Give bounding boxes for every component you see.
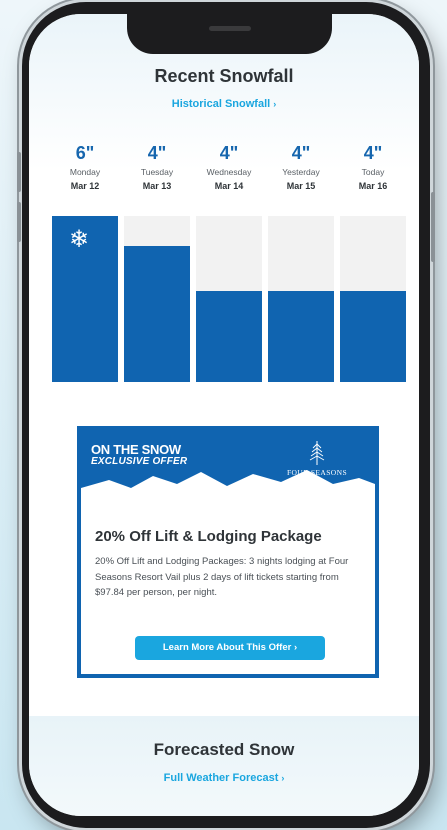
snowfall-bar-fill [340,290,406,382]
day-date: Mar 16 [358,181,388,191]
day-date: Mar 13 [142,181,172,191]
day-column: 4" Wednesday Mar 14 [196,142,262,191]
snowfall-bar [340,216,406,382]
day-name: Wednesday [206,167,252,177]
snowfall-bar [268,216,334,382]
phone-screen: Recent Snowfall Historical Snowfall › 6" … [29,14,419,816]
volume-up-button [17,152,21,192]
chevron-right-icon: › [273,99,277,109]
snow-amount: 4" [363,143,383,163]
forecasted-snow-section: Forecasted Snow Full Weather Forecast › [29,716,419,816]
learn-more-button[interactable]: Learn More About This Offer › [135,636,325,660]
exclusive-offer-card[interactable]: ON THE SNOW EXCLUSIVE OFFER FOUR SEASONS… [77,426,379,678]
day-date: Mar 15 [286,181,316,191]
snow-amount: 4" [147,143,167,163]
historical-snowfall-link[interactable]: Historical Snowfall › [29,98,419,110]
snowflake-icon: ❄ [68,226,90,253]
day-name: Yesterday [282,167,320,177]
day-column: 4" Today Mar 16 [340,142,406,191]
snowfall-bar: ❄ [52,216,118,382]
full-weather-forecast-label: Full Weather Forecast [163,772,279,784]
snowfall-days: 6" Monday Mar 12 4" Tuesday Mar 13 4" We… [52,142,407,198]
volume-down-button [17,202,21,242]
recent-snowfall-title: Recent Snowfall [154,66,294,86]
snowfall-bar [196,216,262,382]
snowfall-bar-fill [196,290,262,382]
offer-title: 20% Off Lift & Lodging Package [95,528,322,545]
snowfall-bar-fill [268,290,334,382]
full-weather-forecast-link[interactable]: Full Weather Forecast › [29,772,419,784]
snow-amount: 4" [291,143,311,163]
power-button [431,192,435,262]
speaker-grille [209,26,251,31]
notch [127,14,332,54]
chevron-right-icon: › [293,642,298,653]
snowfall-bar-fill [124,245,190,382]
chevron-right-icon: › [281,773,285,783]
recent-snowfall-section: Recent Snowfall Historical Snowfall › 6" … [29,14,419,404]
day-date: Mar 12 [70,181,100,191]
offer-inner: ON THE SNOW EXCLUSIVE OFFER FOUR SEASONS… [81,430,375,674]
forecasted-snow-title: Forecasted Snow [153,740,295,759]
learn-more-label: Learn More About This Offer [162,642,292,653]
offer-brand-title: ON THE SNOW [91,442,181,457]
day-column: 6" Monday Mar 12 [52,142,118,191]
day-column: 4" Tuesday Mar 13 [124,142,190,191]
day-column: 4" Yesterday Mar 15 [268,142,334,191]
day-name: Tuesday [140,167,174,177]
snowfall-bar [124,216,190,382]
snow-amount: 6" [75,143,95,163]
day-name: Monday [69,167,101,177]
day-name: Today [361,167,385,177]
offer-description: 20% Off Lift and Lodging Packages: 3 nig… [95,556,349,598]
snow-amount: 4" [219,143,239,163]
historical-snowfall-label: Historical Snowfall [171,98,271,110]
day-date: Mar 14 [214,181,244,191]
snowfall-bars: ❄ [52,216,407,382]
